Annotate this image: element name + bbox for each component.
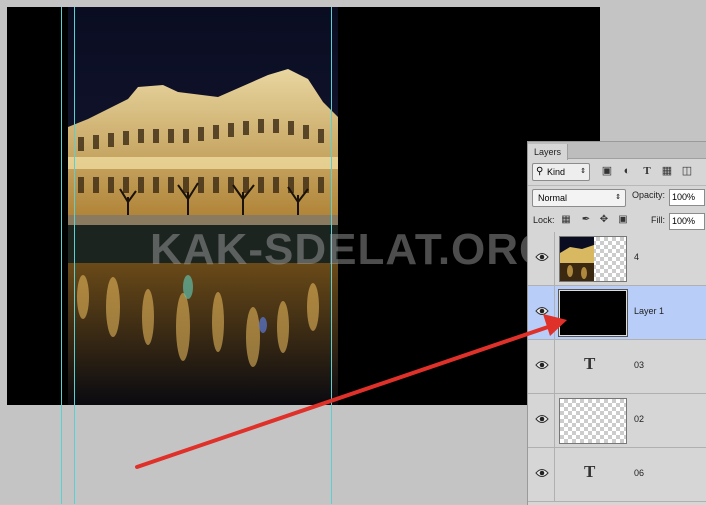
annotation-arrow	[135, 314, 567, 469]
